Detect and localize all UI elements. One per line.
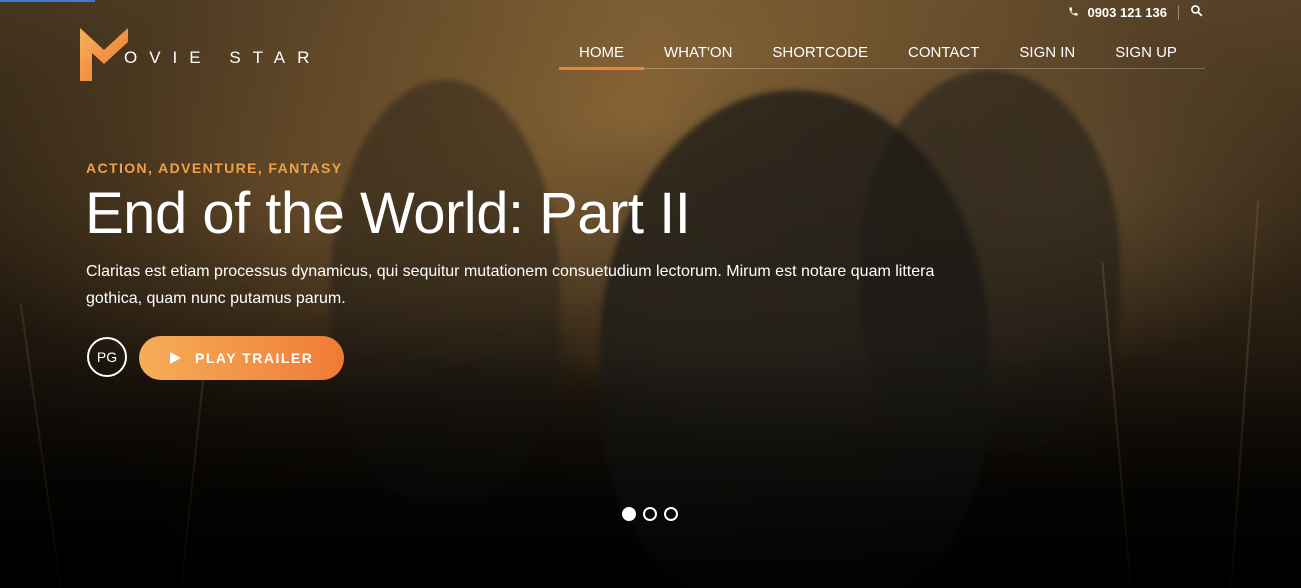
phone-number: 0903 121 136	[1087, 4, 1167, 20]
slider-dot-1[interactable]	[622, 507, 636, 521]
logo-wordmark: OVIE STAR	[124, 48, 322, 67]
nav-item-sign-up[interactable]: SIGN UP	[1095, 36, 1197, 69]
nav-item-home[interactable]: HOME	[559, 36, 644, 70]
nav-item-contact[interactable]: CONTACT	[888, 36, 999, 69]
site-logo[interactable]: OVIE STAR	[78, 28, 321, 81]
search-icon	[1190, 4, 1203, 20]
phone-contact[interactable]: 0903 121 136	[1068, 4, 1179, 20]
movie-description: Claritas est etiam processus dynamicus, …	[86, 263, 935, 307]
hero-slider: 0903 121 136 OVIE STAR HOME WHAT'ON SHOR…	[0, 0, 1301, 588]
slider-pagination	[622, 507, 678, 521]
logo-m-icon	[80, 28, 128, 81]
slider-dot-2[interactable]	[643, 507, 657, 521]
movie-genres: ACTION, ADVENTURE, FANTASY	[86, 160, 343, 176]
nav-item-sign-in[interactable]: SIGN IN	[999, 36, 1095, 69]
topbar: 0903 121 136	[1068, 2, 1203, 22]
phone-icon	[1068, 5, 1079, 20]
movie-title: End of the World: Part II	[85, 181, 691, 246]
slider-dot-3[interactable]	[664, 507, 678, 521]
nav-item-whats-on[interactable]: WHAT'ON	[644, 36, 752, 69]
rating-badge: PG	[87, 337, 127, 377]
play-icon	[170, 352, 181, 364]
play-trailer-label: PLAY TRAILER	[195, 350, 314, 366]
play-trailer-button[interactable]: PLAY TRAILER	[139, 336, 344, 380]
top-accent-strip	[0, 0, 95, 2]
nav-item-shortcode[interactable]: SHORTCODE	[752, 36, 888, 69]
main-nav: HOME WHAT'ON SHORTCODE CONTACT SIGN IN S…	[559, 36, 1205, 70]
search-button[interactable]	[1179, 4, 1203, 20]
